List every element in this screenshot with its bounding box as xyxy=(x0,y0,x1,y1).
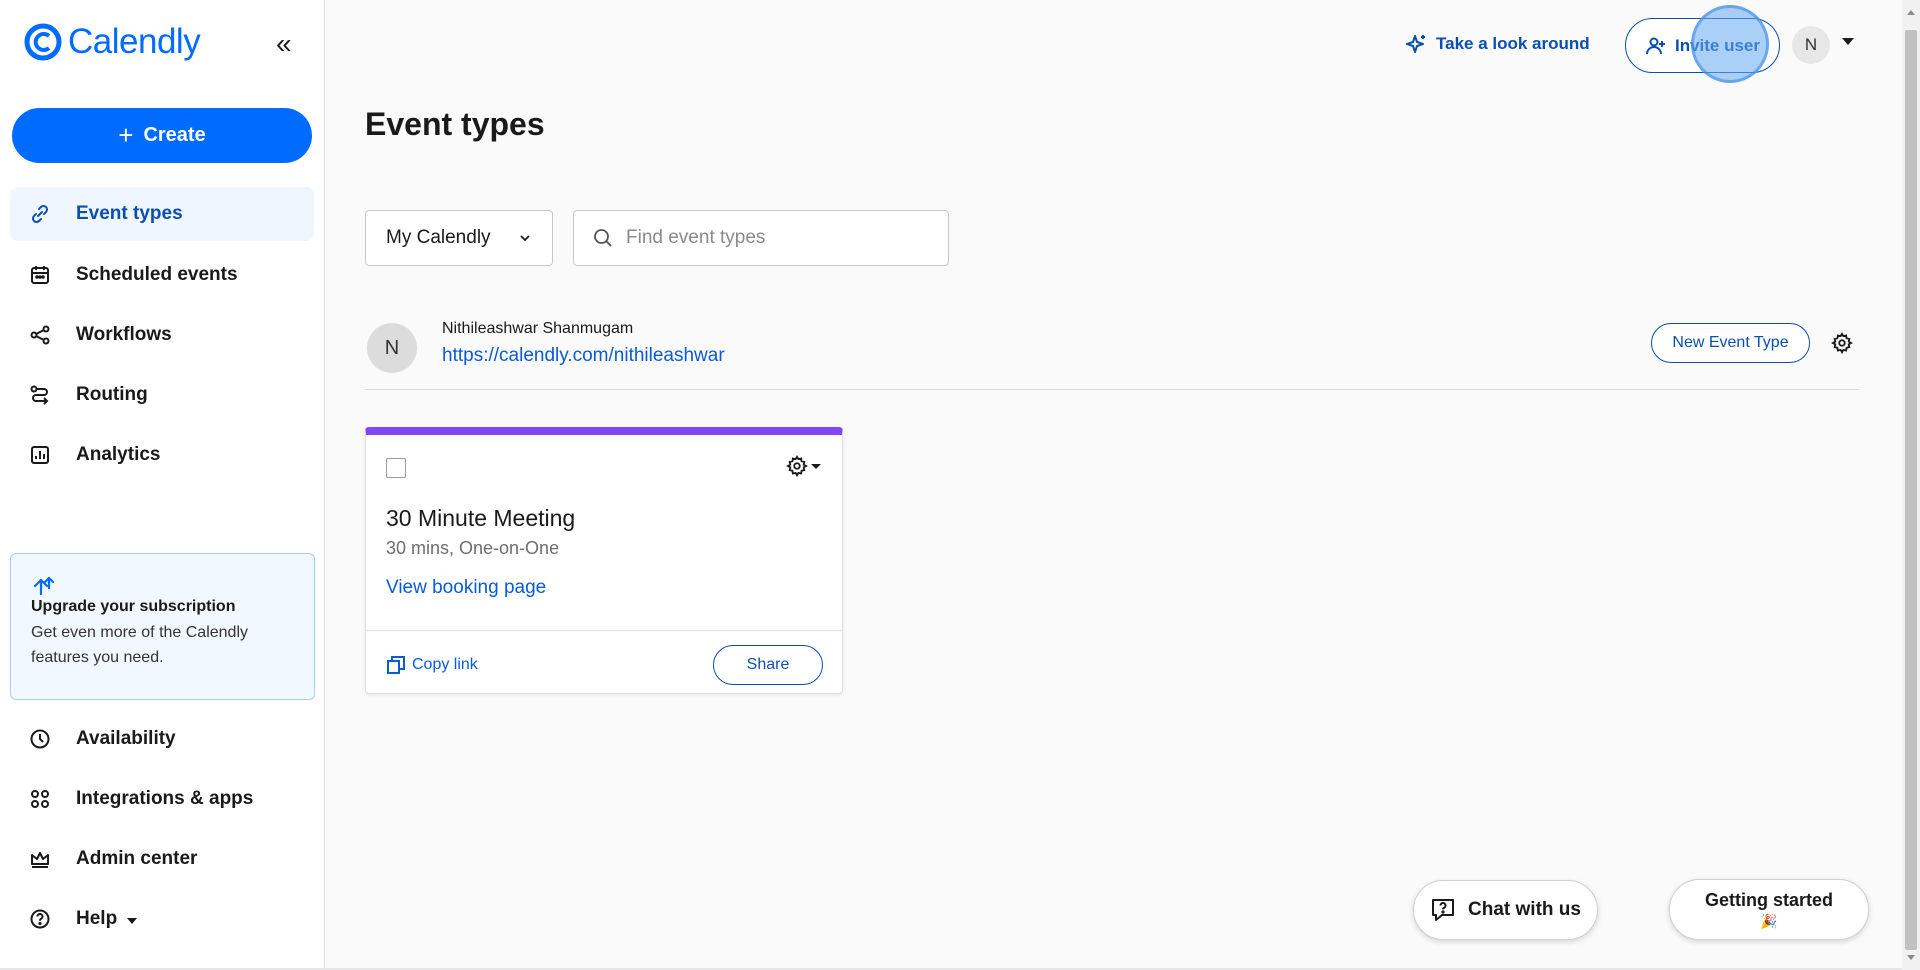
avatar[interactable]: N xyxy=(1792,26,1830,64)
sidebar-item-label: Analytics xyxy=(76,444,161,465)
event-subtitle: 30 mins, One-on-One xyxy=(386,538,560,558)
add-user-icon xyxy=(1645,37,1665,54)
help-icon xyxy=(28,907,52,931)
party-popper-icon: 🎉 xyxy=(1760,912,1778,929)
chevron-down-icon xyxy=(520,235,530,242)
clock-icon xyxy=(28,727,52,751)
calendly-logo[interactable]: Calendly xyxy=(24,22,201,62)
collapse-sidebar-icon[interactable]: « xyxy=(276,30,292,58)
card-settings-menu[interactable] xyxy=(786,455,821,477)
create-button[interactable]: + Create xyxy=(12,108,312,163)
analytics-icon xyxy=(28,443,52,467)
sidebar-item-event-types[interactable]: Event types xyxy=(10,187,314,241)
calendly-filter-dropdown[interactable]: My Calendly xyxy=(365,210,553,266)
getting-started-label: Getting started xyxy=(1704,889,1833,910)
sidebar-item-scheduled-events[interactable]: Scheduled events xyxy=(10,248,314,302)
search-icon xyxy=(594,229,612,247)
copy-link-button[interactable]: Copy link xyxy=(386,655,478,675)
scroll-up-arrow-icon[interactable] xyxy=(1907,10,1915,15)
user-avatar: N xyxy=(367,323,417,373)
sidebar-item-label: Workflows xyxy=(76,324,172,345)
chevron-down-icon xyxy=(811,463,821,469)
take-a-look-around-link[interactable]: Take a look around xyxy=(1406,33,1590,55)
page-title: Event types xyxy=(365,106,545,142)
tour-label: Take a look around xyxy=(1436,34,1590,53)
sidebar-item-analytics[interactable]: Analytics xyxy=(10,428,314,482)
sidebar-item-label: Help xyxy=(76,908,118,929)
upgrade-title: Upgrade your subscription xyxy=(31,598,236,615)
card-footer: Copy link Share xyxy=(366,630,842,694)
sidebar-item-integrations[interactable]: Integrations & apps xyxy=(10,772,314,826)
sidebar-item-workflows[interactable]: Workflows xyxy=(10,308,314,362)
gear-icon xyxy=(786,455,808,477)
chat-icon xyxy=(1432,899,1455,921)
workflow-icon xyxy=(28,323,52,347)
filter-selected-value: My Calendly xyxy=(386,227,491,248)
sidebar-item-help[interactable]: Help xyxy=(10,892,314,946)
link-icon xyxy=(28,202,52,226)
search-input[interactable] xyxy=(626,227,926,249)
page-scrollbar[interactable] xyxy=(1902,0,1920,970)
chevron-down-icon xyxy=(127,917,138,924)
sidebar-item-availability[interactable]: Availability xyxy=(10,712,314,766)
chat-with-us-button[interactable]: Chat with us xyxy=(1413,880,1598,940)
calendly-logo-icon xyxy=(24,23,62,61)
sidebar-item-label: Routing xyxy=(76,384,148,405)
invite-user-button[interactable]: Invite user xyxy=(1625,18,1780,73)
brand-name: Calendly xyxy=(68,22,201,61)
crown-icon xyxy=(28,847,52,871)
user-header-row: N Nithileashwar Shanmugam https://calend… xyxy=(365,316,1859,390)
sidebar: Calendly « + Create Event types Schedule… xyxy=(0,0,325,970)
view-booking-page-link[interactable]: View booking page xyxy=(386,577,546,599)
invite-label: Invite user xyxy=(1674,35,1761,55)
sidebar-item-label: Scheduled events xyxy=(76,264,238,285)
copy-link-label: Copy link xyxy=(412,656,478,673)
routing-icon xyxy=(28,383,52,407)
chat-label: Chat with us xyxy=(1468,899,1581,920)
sidebar-item-label: Integrations & apps xyxy=(76,788,254,809)
upgrade-icon xyxy=(33,576,55,596)
getting-started-button[interactable]: Getting started 🎉 xyxy=(1669,879,1869,940)
event-title: 30 Minute Meeting xyxy=(386,505,576,531)
plus-icon: + xyxy=(118,120,134,150)
upgrade-text: Get even more of the Calendly features y… xyxy=(31,624,249,666)
sidebar-item-label: Admin center xyxy=(76,848,198,869)
user-name: Nithileashwar Shanmugam xyxy=(442,320,634,337)
card-select-checkbox[interactable] xyxy=(386,458,406,478)
sidebar-item-label: Event types xyxy=(76,203,183,224)
scroll-down-arrow-icon[interactable] xyxy=(1907,955,1915,960)
create-label: Create xyxy=(143,124,206,146)
upgrade-banner[interactable]: Upgrade your subscription Get even more … xyxy=(10,553,315,700)
sidebar-item-admin-center[interactable]: Admin center xyxy=(10,832,314,886)
copy-icon xyxy=(387,656,405,674)
sidebar-item-routing[interactable]: Routing xyxy=(10,368,314,422)
user-scheduling-link[interactable]: https://calendly.com/nithileashwar xyxy=(442,345,725,367)
new-event-type-button[interactable]: New Event Type xyxy=(1651,323,1810,363)
share-button[interactable]: Share xyxy=(713,645,823,685)
sparkle-icon xyxy=(1406,35,1425,53)
event-type-card: 30 Minute Meeting 30 mins, One-on-One Vi… xyxy=(365,427,843,694)
apps-grid-icon xyxy=(28,787,52,811)
sidebar-item-label: Availability xyxy=(76,728,176,749)
account-menu-chevron-icon[interactable] xyxy=(1842,38,1854,45)
calendar-icon xyxy=(28,263,52,287)
gear-icon[interactable] xyxy=(1831,332,1853,354)
search-box xyxy=(573,210,949,266)
scrollbar-thumb[interactable] xyxy=(1905,30,1917,950)
